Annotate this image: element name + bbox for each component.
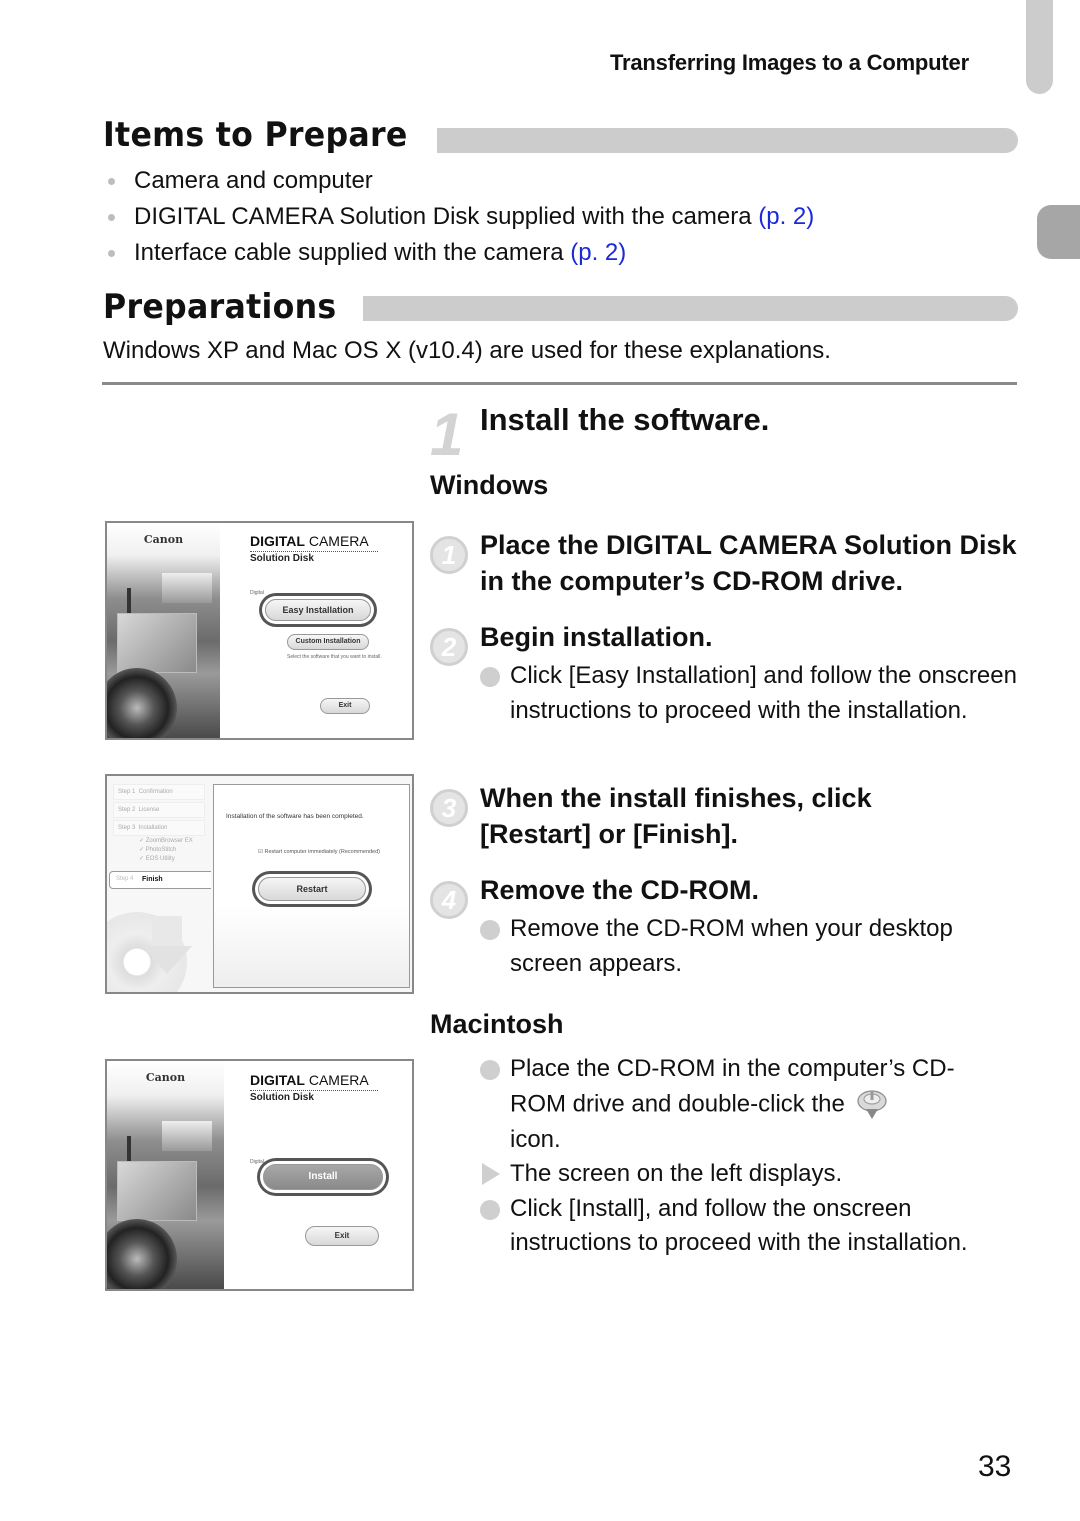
list-item: Camera and computer [104,163,814,199]
installer-step: Step 1 Confirmation [113,784,205,800]
bullet-icon [108,250,115,257]
bullet-icon [480,1060,500,1080]
custom-installation-button[interactable]: Custom Installation [287,634,369,650]
lens-image [107,668,177,738]
page-number: 33 [978,1450,1012,1483]
exit-button[interactable]: Exit [305,1226,379,1246]
substep-note: Click [Easy Installation] and follow the… [480,659,1020,728]
finish-panel: Installation of the software has been co… [213,784,410,988]
page-reference-link[interactable]: (p. 2) [570,239,626,266]
circled-number-icon: 1 [430,536,468,574]
installed-item: ✓ PhotoStitch [139,847,177,853]
installer-step: Step 3 Installation [113,820,205,836]
download-arrow-icon [142,946,192,974]
brand-title: DIGITAL CAMERA [250,1072,369,1088]
running-header: Transferring Images to a Computer [610,50,969,75]
list-item: The screen on the left displays. [480,1157,1000,1192]
brand-subtitle: Solution Disk [250,553,314,564]
installer-step: Step 2 License [113,802,205,818]
windows-heading: Windows [430,470,549,500]
substep-title: Begin installation. [480,622,713,652]
restart-checkbox[interactable]: ☑ Restart computer immediately (Recommen… [258,849,380,855]
divider [102,382,1017,385]
screenshot-windows-installer: Canon DIGITAL CAMERA Solution Disk Digit… [105,521,414,740]
canon-logo: Canon [143,533,184,546]
circled-number-icon: 4 [430,881,468,919]
mac-instructions: Place the CD-ROM in the computer’s CD-RO… [480,1052,1000,1261]
macintosh-heading: Macintosh [430,1009,564,1039]
circled-number-icon: 3 [430,789,468,827]
installer-disk-icon [857,1089,887,1119]
hint-text: Select the software that you want to ins… [287,654,382,660]
completion-message: Installation of the software has been co… [226,813,364,820]
list-item: Interface cable supplied with the camera… [104,235,814,271]
list-item: Click [Install], and follow the onscreen… [480,1192,1000,1261]
substep-title: When the install finishes, click [Restar… [480,783,872,849]
page-reference-link[interactable]: (p. 2) [758,203,814,230]
intro-text: Windows XP and Mac OS X (v10.4) are used… [103,337,831,364]
brand-title: DIGITAL CAMERA [250,533,369,549]
section-title-bar [363,296,1018,321]
chapter-tab-top [1026,0,1053,94]
installer-steps: Step 1 Confirmation Step 2 License Step … [113,784,205,863]
step-number: 1 [430,401,464,468]
substep-title: Place the DIGITAL CAMERA Solution Disk i… [480,530,1017,596]
install-button[interactable]: Install [263,1164,383,1190]
screenshot-mac-installer: Canon DIGITAL CAMERA Solution Disk Digit… [105,1059,414,1291]
decorative-photo-collage: Canon [107,523,220,738]
installer-step-current: Step 4 Finish [109,871,211,889]
canon-logo: Canon [145,1071,186,1084]
lens-image [107,1219,177,1289]
step-title: Install the software. [480,402,770,437]
chapter-thumb-tab [1037,205,1080,259]
decorative-photo-collage: Canon [107,1061,224,1289]
restart-button[interactable]: Restart [258,877,366,901]
circled-number-icon: 2 [430,628,468,666]
section-title-bar [437,128,1018,153]
bullet-icon [480,1199,500,1220]
substep-title: Remove the CD-ROM. [480,875,760,905]
list-item: Place the CD-ROM in the computer’s CD-RO… [480,1052,1000,1157]
easy-installation-button[interactable]: Easy Installation [265,599,371,621]
brand-subtitle: Solution Disk [250,1092,314,1103]
bullet-icon [480,920,500,940]
section-title-items-to-prepare: Items to Prepare [103,115,408,155]
exit-button[interactable]: Exit [320,698,370,714]
bullet-icon [108,214,115,221]
bullet-icon [108,178,115,185]
bullet-icon [480,667,500,687]
screenshot-windows-finish: Step 1 Confirmation Step 2 License Step … [105,774,414,994]
section-title-preparations: Preparations [103,287,337,327]
result-arrow-icon [482,1163,500,1185]
items-list: Camera and computer DIGITAL CAMERA Solut… [104,163,814,271]
installed-item: ✓ ZoomBrowser EX [139,838,193,844]
list-item: DIGITAL CAMERA Solution Disk supplied wi… [104,199,814,235]
installed-item: ✓ EOS Utility [139,856,175,862]
substep-note: Remove the CD-ROM when your desktop scre… [480,912,1020,981]
